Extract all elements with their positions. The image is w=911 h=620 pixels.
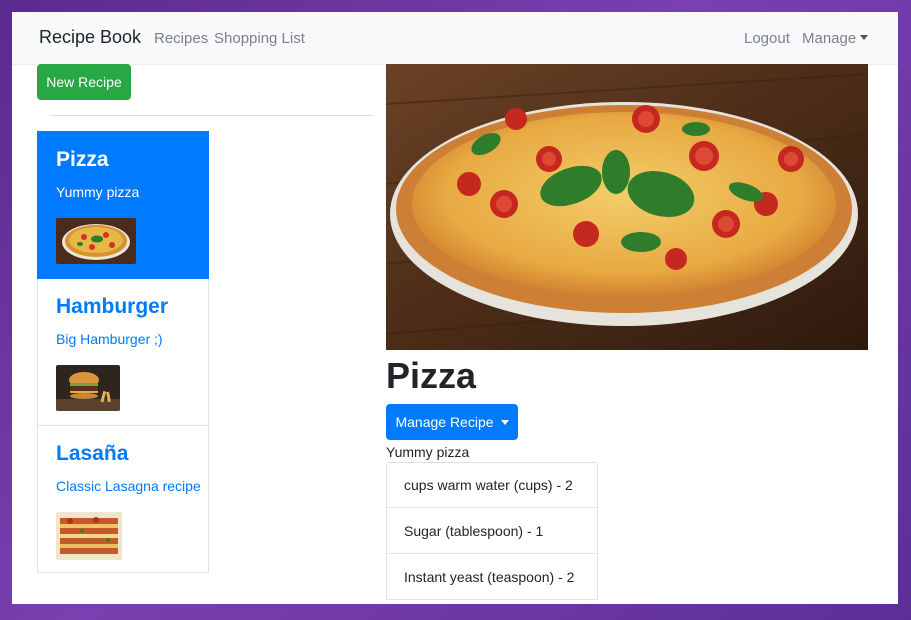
caret-down-icon xyxy=(500,419,509,425)
pizza-thumbnail xyxy=(56,218,136,264)
recipe-title: Pizza xyxy=(386,355,477,396)
logout-link[interactable]: Logout xyxy=(744,30,790,47)
manage-recipe-button[interactable]: Manage Recipe xyxy=(386,404,518,440)
divider xyxy=(50,115,373,116)
nav-shopping-list-link[interactable]: Shopping List xyxy=(214,30,305,47)
recipe-name: Lasaña xyxy=(56,442,129,465)
brand-link[interactable]: Recipe Book xyxy=(39,27,141,48)
recipe-item-hamburger[interactable]: Hamburger Big Hamburger ;) xyxy=(37,279,209,426)
manage-dropdown[interactable]: Manage xyxy=(802,30,869,47)
ingredient-item[interactable]: Instant yeast (teaspoon) - 2 xyxy=(386,554,598,600)
recipe-name: Pizza xyxy=(56,148,109,171)
recipe-item-lasagna[interactable]: Lasaña Classic Lasagna recipe xyxy=(37,426,209,573)
app-window: Recipe Book Recipes Shopping List Logout… xyxy=(12,12,898,604)
ingredient-item[interactable]: cups warm water (cups) - 2 xyxy=(386,462,598,508)
caret-down-icon xyxy=(860,35,869,40)
recipe-name: Hamburger xyxy=(56,295,169,318)
recipe-item-pizza[interactable]: Pizza Yummy pizza xyxy=(37,131,209,279)
manage-label: Manage xyxy=(802,30,857,47)
new-recipe-button[interactable]: New Recipe xyxy=(37,64,131,100)
hamburger-thumbnail xyxy=(56,365,120,411)
nav-recipes-link[interactable]: Recipes xyxy=(154,30,208,47)
ingredient-list: cups warm water (cups) - 2 Sugar (tables… xyxy=(386,462,598,600)
recipe-description: Classic Lasagna recipe xyxy=(56,478,201,494)
ingredient-item[interactable]: Sugar (tablespoon) - 1 xyxy=(386,508,598,554)
recipe-description: Big Hamburger ;) xyxy=(56,331,163,347)
navbar: Recipe Book Recipes Shopping List Logout… xyxy=(12,12,898,65)
recipe-hero-image xyxy=(386,64,868,350)
lasagna-thumbnail xyxy=(56,512,122,560)
recipe-description: Yummy pizza xyxy=(56,184,140,200)
manage-recipe-label: Manage Recipe xyxy=(395,414,494,430)
recipe-list: Pizza Yummy pizza Hamburger Big Hamburge… xyxy=(37,131,209,573)
recipe-detail-description: Yummy pizza xyxy=(386,444,470,460)
